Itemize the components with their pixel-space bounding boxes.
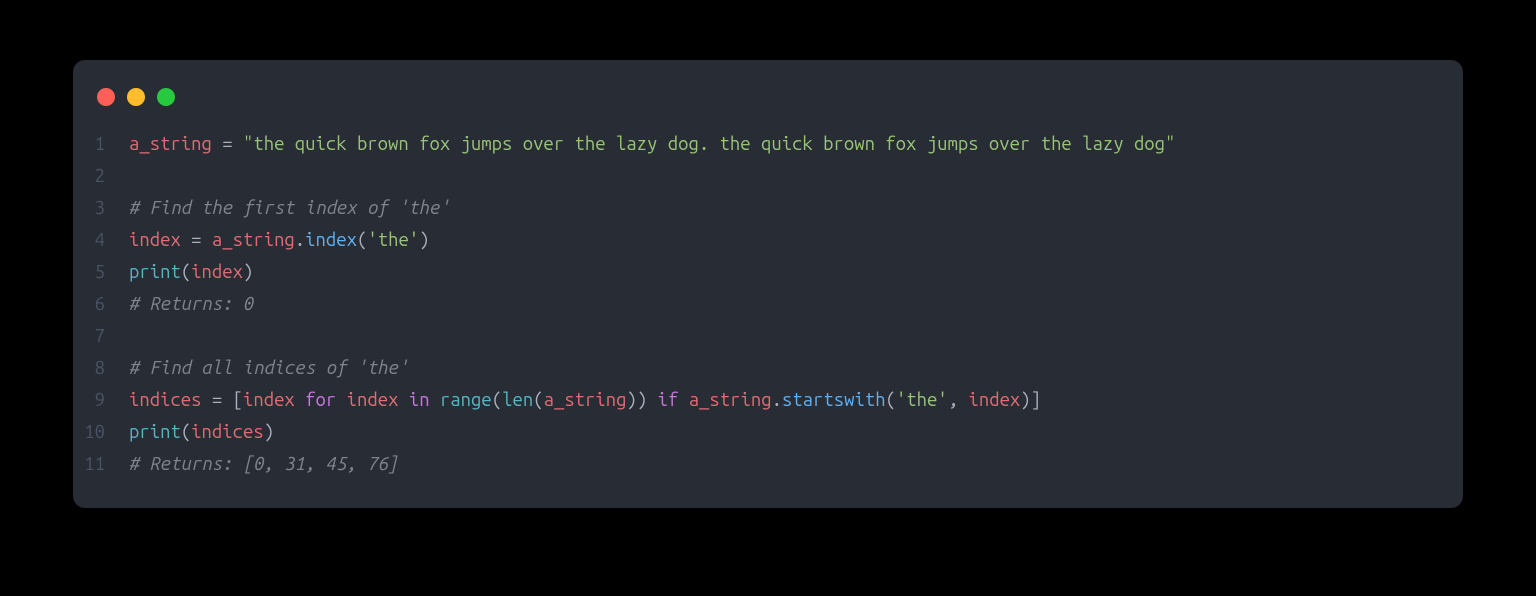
token: index: [305, 230, 357, 250]
code-content: # Returns: [0, 31, 45, 76]: [129, 448, 398, 480]
line-number: 2: [73, 160, 129, 192]
minimize-icon[interactable]: [127, 88, 145, 106]
token: (: [357, 230, 367, 250]
token: print: [129, 422, 181, 442]
token: startswith: [782, 390, 886, 410]
token: index: [968, 390, 1020, 410]
code-content: # Find the first index of 'the': [129, 192, 450, 224]
token: a_string: [212, 230, 295, 250]
token: if: [658, 390, 679, 410]
code-line: 9indices = [index for index in range(len…: [73, 384, 1463, 416]
token: =: [181, 230, 212, 250]
code-line: 6# Returns: 0: [73, 288, 1463, 320]
code-area: 1a_string = "the quick brown fox jumps o…: [73, 128, 1463, 480]
line-number: 6: [73, 288, 129, 320]
code-content: [129, 160, 139, 192]
token: =: [212, 134, 243, 154]
token: ): [264, 422, 274, 442]
token: = [: [202, 390, 243, 410]
code-line: 1a_string = "the quick brown fox jumps o…: [73, 128, 1463, 160]
token: (: [886, 390, 896, 410]
token: index: [243, 390, 295, 410]
token: # Find all indices of 'the': [129, 358, 409, 378]
token: for: [305, 390, 336, 410]
code-line: 2: [73, 160, 1463, 192]
line-number: 5: [73, 256, 129, 288]
line-number: 3: [73, 192, 129, 224]
token: (: [533, 390, 543, 410]
code-content: print(indices): [129, 416, 274, 448]
token: )): [626, 390, 657, 410]
code-content: print(index): [129, 256, 253, 288]
code-window: 1a_string = "the quick brown fox jumps o…: [73, 60, 1463, 508]
code-content: # Find all indices of 'the': [129, 352, 409, 384]
code-line: 7: [73, 320, 1463, 352]
token: a_string: [689, 390, 772, 410]
token: a_string: [129, 134, 212, 154]
token: in: [409, 390, 430, 410]
code-line: 8# Find all indices of 'the': [73, 352, 1463, 384]
token: # Find the first index of 'the': [129, 198, 450, 218]
token: [336, 390, 346, 410]
token: print: [129, 262, 181, 282]
code-line: 4index = a_string.index('the'): [73, 224, 1463, 256]
token: ,: [948, 390, 969, 410]
token: index: [347, 390, 399, 410]
code-content: a_string = "the quick brown fox jumps ov…: [129, 128, 1175, 160]
token: indices: [191, 422, 264, 442]
token: )]: [1020, 390, 1041, 410]
token: [430, 390, 440, 410]
line-number: 1: [73, 128, 129, 160]
token: # Returns: [0, 31, 45, 76]: [129, 454, 398, 474]
code-line: 3# Find the first index of 'the': [73, 192, 1463, 224]
token: (: [181, 422, 191, 442]
token: a_string: [544, 390, 627, 410]
token: [295, 390, 305, 410]
token: # Returns: 0: [129, 294, 253, 314]
code-line: 11# Returns: [0, 31, 45, 76]: [73, 448, 1463, 480]
line-number: 9: [73, 384, 129, 416]
token: ): [419, 230, 429, 250]
code-line: 10print(indices): [73, 416, 1463, 448]
token: "the quick brown fox jumps over the lazy…: [243, 134, 1175, 154]
code-content: # Returns: 0: [129, 288, 253, 320]
code-content: [129, 320, 139, 352]
code-content: indices = [index for index in range(len(…: [129, 384, 1041, 416]
token: ): [243, 262, 253, 282]
token: index: [191, 262, 243, 282]
token: .: [772, 390, 782, 410]
token: indices: [129, 390, 202, 410]
token: 'the': [367, 230, 419, 250]
line-number: 8: [73, 352, 129, 384]
token: range: [440, 390, 492, 410]
token: 'the': [896, 390, 948, 410]
line-number: 7: [73, 320, 129, 352]
token: .: [295, 230, 305, 250]
token: (: [181, 262, 191, 282]
window-titlebar: [73, 80, 1463, 128]
token: [398, 390, 408, 410]
line-number: 10: [73, 416, 129, 448]
maximize-icon[interactable]: [157, 88, 175, 106]
close-icon[interactable]: [97, 88, 115, 106]
token: [678, 390, 688, 410]
token: index: [129, 230, 181, 250]
code-line: 5print(index): [73, 256, 1463, 288]
token: len: [502, 390, 533, 410]
line-number: 4: [73, 224, 129, 256]
token: (: [492, 390, 502, 410]
line-number: 11: [73, 448, 129, 480]
code-content: index = a_string.index('the'): [129, 224, 430, 256]
